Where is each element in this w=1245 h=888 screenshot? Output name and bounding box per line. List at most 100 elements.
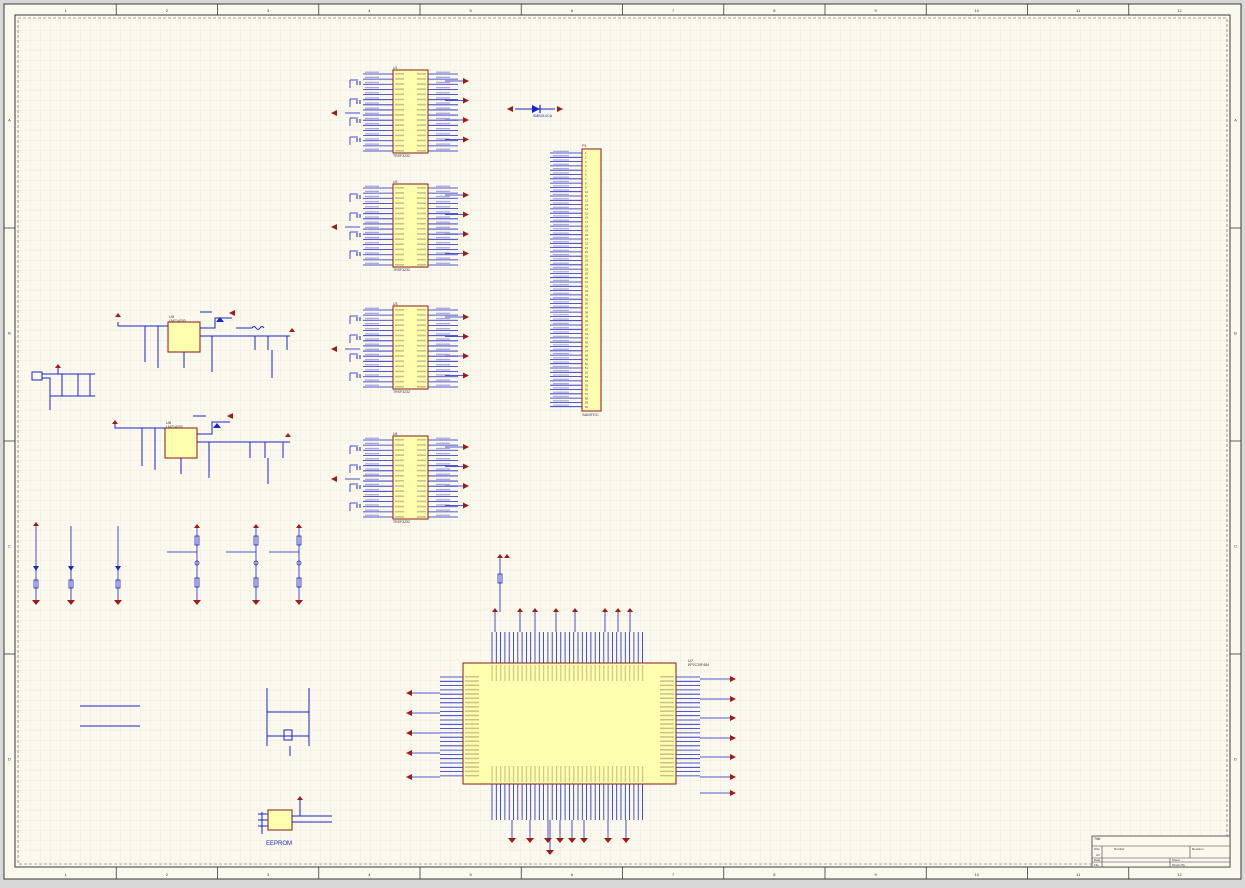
net-label [553, 163, 569, 165]
pin-label [395, 334, 404, 337]
pin-label [395, 93, 404, 96]
pin-label [395, 386, 404, 388]
net-label [436, 143, 450, 145]
net-label [553, 279, 569, 281]
net-label [365, 148, 379, 150]
regulator-u5[interactable] [167, 321, 201, 353]
pin-label [465, 693, 479, 695]
pin-label [660, 749, 674, 751]
pin-label [417, 233, 426, 235]
pin-label [417, 212, 426, 215]
pin-label [395, 505, 404, 508]
pin-label [660, 676, 674, 678]
pin-label [417, 150, 426, 152]
net-label [365, 442, 379, 445]
pin-label [629, 766, 631, 782]
u5-value: LMZ14203 [169, 319, 186, 323]
net-label [436, 514, 450, 516]
pin-label [417, 464, 426, 467]
net-label [553, 266, 569, 269]
size-label: Size [1094, 847, 1100, 851]
net-label [365, 353, 379, 356]
net-label [436, 226, 450, 228]
net-label [365, 338, 379, 340]
pin-label [417, 222, 426, 225]
pin-label [395, 474, 404, 477]
pin-label [538, 766, 540, 782]
pin-label [465, 766, 479, 768]
pin-label [560, 665, 562, 681]
row-letter: A [8, 118, 11, 123]
pin-label [465, 706, 479, 708]
net-label [365, 143, 379, 145]
transceiver-ref: U2 [393, 180, 398, 184]
net-label [365, 312, 379, 315]
pin-label [547, 665, 549, 681]
pin-label [395, 228, 404, 230]
pin-label [395, 134, 404, 137]
net-label [436, 384, 450, 386]
title-label: Title [1094, 837, 1101, 841]
pin-label [586, 766, 588, 782]
pin-label [395, 454, 404, 456]
net-label [436, 328, 450, 330]
pin-label [417, 124, 426, 126]
net-label [553, 198, 569, 200]
pin-label [660, 706, 674, 708]
net-label [436, 211, 450, 213]
pin-label [521, 766, 523, 782]
pin-label [465, 744, 479, 747]
pin-label [395, 350, 404, 352]
eeprom-chip[interactable] [267, 809, 293, 831]
net-label [365, 328, 379, 330]
pin-label [417, 474, 426, 477]
pin-label [417, 375, 426, 378]
pin-label [417, 360, 426, 362]
pin-label [603, 766, 605, 782]
pin-label [504, 665, 506, 681]
pin-label [594, 766, 596, 782]
pin-label [417, 264, 426, 266]
schematic-sheet: 1 2 3 4 5 6 7 8 9 10 11 12 1 2 3 4 5 6 7 8 9 10 11 12 ABCD ABC… [0, 0, 1245, 883]
net-label [436, 257, 450, 259]
net-label [553, 357, 569, 359]
pin-label [465, 770, 479, 773]
pin-label [395, 510, 404, 513]
net-label [553, 275, 569, 277]
pin-label [465, 740, 479, 742]
pin-label [465, 727, 479, 730]
regulator-u6[interactable] [164, 427, 198, 459]
net-label [553, 391, 569, 393]
pin-label [417, 355, 426, 357]
pin-label [417, 258, 426, 261]
pin-label [417, 439, 426, 441]
pin-label [611, 766, 614, 782]
pin-label [465, 736, 479, 738]
net-label [553, 215, 569, 217]
pin-label [417, 516, 426, 518]
pin-label [512, 665, 515, 681]
net-label [365, 488, 379, 491]
net-label [553, 284, 569, 286]
number-label: Number [1114, 847, 1125, 851]
pin-label [395, 222, 404, 225]
pin-label [417, 309, 426, 311]
pin-label [395, 124, 404, 126]
net-label [436, 231, 450, 234]
net-label [553, 374, 569, 376]
net-label [553, 322, 569, 324]
pin-label [568, 766, 571, 782]
net-label [365, 358, 379, 361]
pin-label [417, 380, 426, 383]
pin-label [465, 684, 479, 687]
net-label [365, 185, 379, 187]
pin-label [586, 665, 588, 681]
net-label [365, 478, 379, 480]
pin-label [641, 766, 644, 782]
net-label [365, 206, 379, 208]
pin-label [660, 736, 674, 738]
column-number: 10 [975, 8, 980, 13]
net-label [553, 219, 569, 221]
net-label [553, 176, 569, 178]
net-label [436, 348, 450, 350]
